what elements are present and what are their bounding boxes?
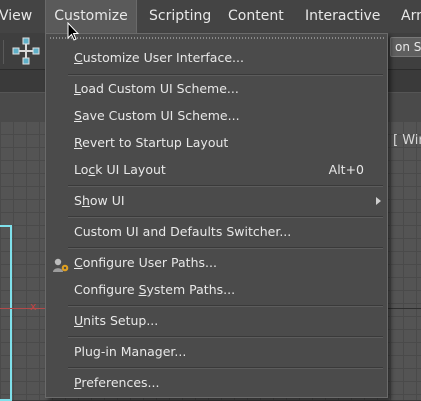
menu-separator xyxy=(68,336,383,338)
user-paths-icon xyxy=(53,258,69,272)
menu-separator xyxy=(68,305,383,307)
menu-item-ui-defaults-switcher[interactable]: Custom UI and Defaults Switcher... xyxy=(74,221,291,243)
menu-item-preferences[interactable]: Preferences... xyxy=(74,372,159,394)
select-and-link-icon[interactable] xyxy=(10,36,42,66)
x-axis-label: x xyxy=(30,300,37,313)
menu-separator xyxy=(68,185,383,187)
selection-set-field[interactable]: on Se xyxy=(390,37,421,57)
viewport-divider xyxy=(386,308,421,309)
menu-arnold[interactable]: Arn xyxy=(401,0,421,33)
menu-item-customize-ui[interactable]: Customize User Interface... xyxy=(74,47,244,69)
x-axis-line xyxy=(0,308,45,309)
tear-off-line[interactable] xyxy=(50,37,384,39)
menu-item-plugin-manager[interactable]: Plug-in Manager... xyxy=(74,341,186,363)
viewport-label[interactable]: [ Wir xyxy=(393,133,421,148)
menu-separator xyxy=(68,216,383,218)
submenu-arrow-icon xyxy=(376,197,381,205)
customize-menu: Customize User Interface... Load Custom … xyxy=(45,33,388,398)
menu-item-configure-user-paths[interactable]: Configure User Paths... xyxy=(74,252,217,274)
lock-ui-shortcut: Alt+0 xyxy=(328,162,364,177)
menu-item-show-ui[interactable]: Show UI xyxy=(74,190,125,212)
menu-separator xyxy=(68,247,383,249)
menu-customize[interactable]: Customize xyxy=(45,0,137,33)
menu-item-configure-system-paths[interactable]: Configure System Paths... xyxy=(74,279,235,301)
menu-separator xyxy=(68,367,383,369)
menu-item-save-ui-scheme[interactable]: Save Custom UI Scheme... xyxy=(74,105,240,127)
menu-content[interactable]: Content xyxy=(228,0,284,33)
menu-view[interactable]: View xyxy=(0,0,32,33)
menu-item-load-ui-scheme[interactable]: Load Custom UI Scheme... xyxy=(74,78,239,100)
menu-item-units-setup[interactable]: Units Setup... xyxy=(74,310,158,332)
menu-bar: View Customize Scripting Content Interac… xyxy=(0,0,421,34)
menu-item-lock-ui-layout[interactable]: Lock UI Layout xyxy=(74,159,166,181)
mouse-cursor-icon xyxy=(67,22,79,41)
menu-interactive[interactable]: Interactive xyxy=(305,0,380,33)
menu-scripting[interactable]: Scripting xyxy=(149,0,211,33)
menu-item-revert-startup-layout[interactable]: Revert to Startup Layout xyxy=(74,132,228,154)
menu-separator xyxy=(68,74,383,76)
selected-object-outline[interactable] xyxy=(0,225,12,401)
toolbar-separator xyxy=(3,40,4,64)
